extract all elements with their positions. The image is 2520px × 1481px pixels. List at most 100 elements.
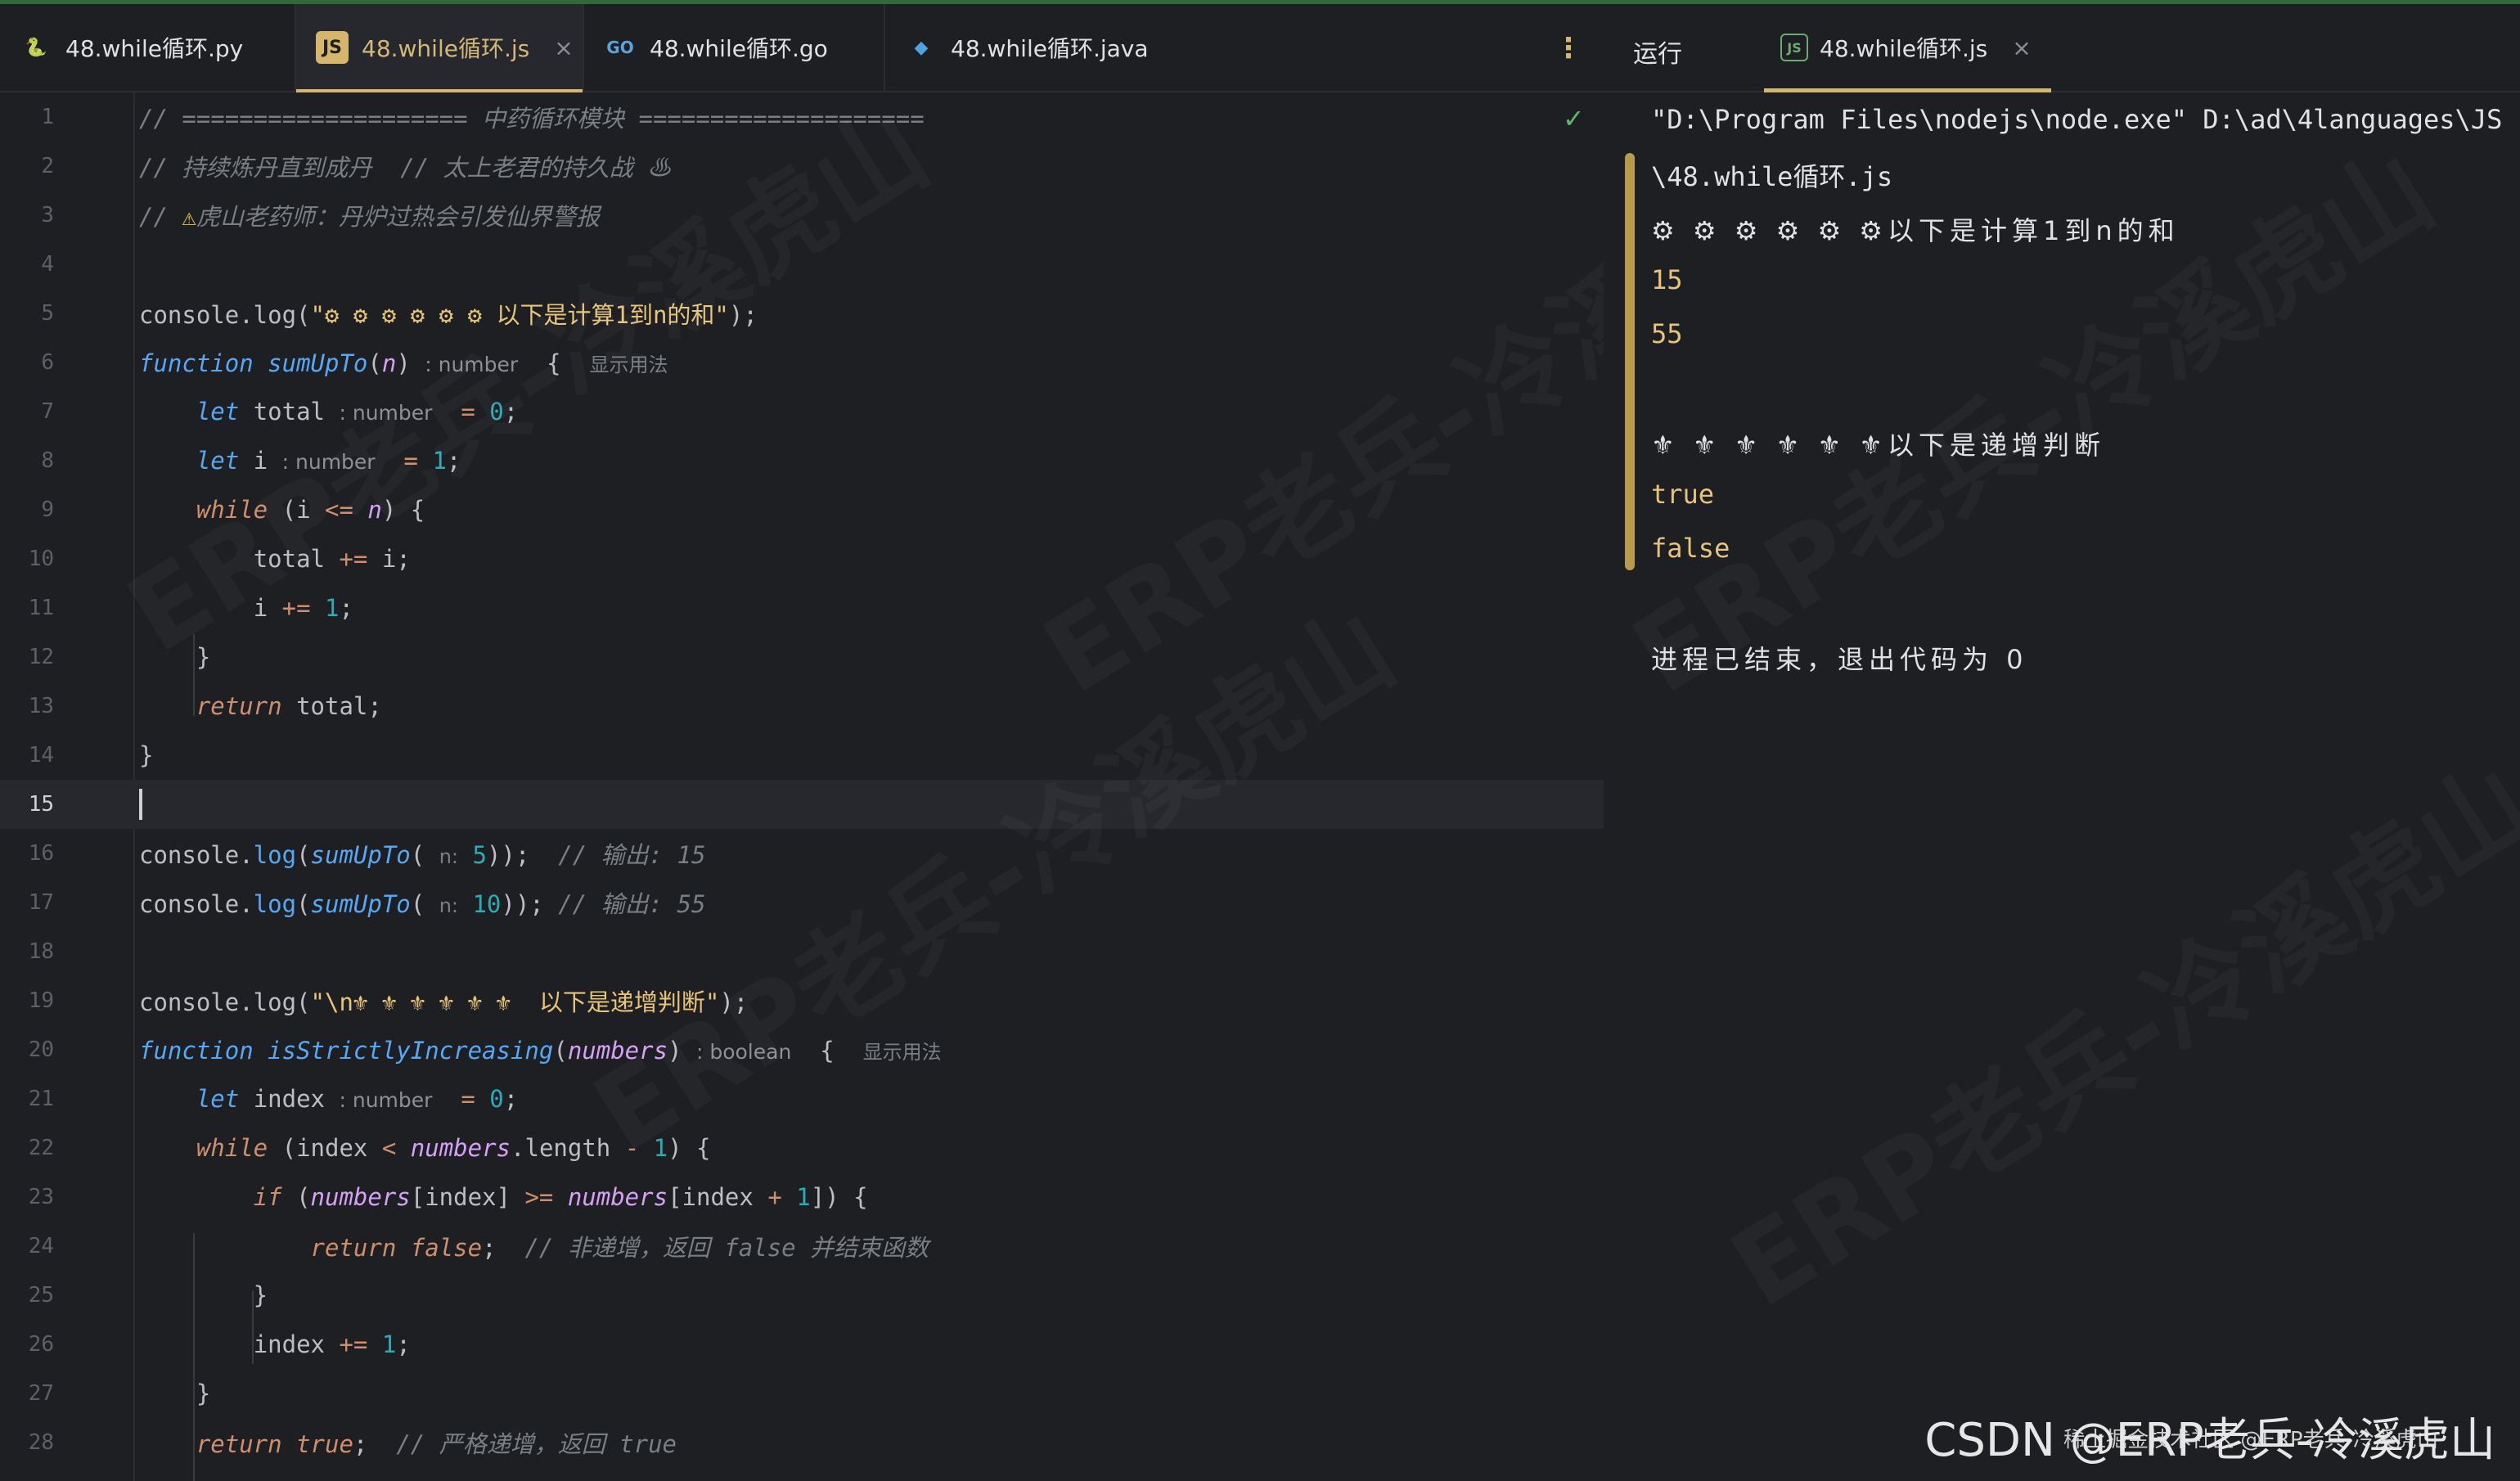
text-caret: [139, 789, 142, 820]
code-text: index += 1;: [253, 1330, 411, 1358]
tab-python-file[interactable]: 🐍 48.while循环.py: [0, 4, 295, 91]
code-text: while (i <= n) {: [196, 496, 425, 524]
show-usage-link[interactable]: 显示用法: [863, 1041, 942, 1064]
line-number: 21: [28, 1087, 54, 1111]
check-icon: ✓: [1563, 103, 1585, 134]
code-line: 14 }: [0, 731, 1604, 780]
run-console[interactable]: "D:\Program Files\nodejs\node.exe" D:\ad…: [1604, 92, 2520, 1481]
watermark: ERP老兵-冷溪虎山: [1698, 721, 2520, 1336]
code-text: // 持续炼丹直到成丹 // 太上老君的持久战 ♨: [139, 154, 672, 182]
code-line: 27 }: [0, 1369, 1604, 1418]
code-line: 28 return true; // 严格递增，返回 true: [0, 1418, 1604, 1467]
keyword: return: [310, 1234, 397, 1262]
line-number: 10: [28, 547, 54, 571]
line-number: 15: [28, 792, 54, 817]
close-icon[interactable]: ×: [554, 34, 573, 61]
go-icon: GO: [606, 38, 634, 57]
code-text: let i : number = 1;: [196, 447, 461, 475]
number: 0: [489, 398, 504, 425]
code-editor[interactable]: 1 // ==================== 中药循环模块 =======…: [0, 92, 1604, 1481]
line-number: 16: [28, 841, 54, 866]
token: console: [139, 841, 240, 869]
code-line: 24 return false; // 非递增，返回 false 并结束函数: [0, 1222, 1604, 1271]
code-text: return false; // 非递增，返回 false 并结束函数: [310, 1234, 929, 1262]
variable: index: [296, 1134, 368, 1162]
type-hint: : boolean: [695, 1039, 792, 1064]
console-line: 进程已结束，退出代码为 0: [1651, 644, 2028, 675]
line-number: 28: [28, 1430, 54, 1455]
comment-text: 虎山老药师：丹炉过热会引发仙界警报: [196, 203, 600, 231]
code-text: // ⚠虎山老药师：丹炉过热会引发仙界警报: [139, 198, 600, 232]
line-number: 22: [28, 1136, 54, 1160]
code-line: 4: [0, 240, 1604, 289]
csdn-watermark: CSDN @ERP老兵-冷溪虎山: [1924, 1414, 2495, 1467]
keyword: function: [139, 349, 254, 377]
keyword: while: [196, 496, 268, 524]
code-text: }: [139, 643, 211, 671]
keyword: return: [196, 692, 282, 720]
variable: index: [253, 1330, 325, 1358]
code-line: 16 console.log(sumUpTo( n: 5)); // 输出: 1…: [0, 829, 1604, 878]
code-text: return total;: [196, 692, 382, 720]
keyword: return: [196, 1430, 282, 1458]
number: 1: [653, 1134, 668, 1162]
number: 5: [472, 841, 487, 869]
line-number: 8: [41, 448, 54, 473]
function-name: isStrictlyIncreasing: [268, 1036, 554, 1065]
number: 1: [796, 1183, 811, 1211]
line-number: 25: [28, 1283, 54, 1308]
code-text: let total : number = 0;: [196, 398, 519, 425]
code-line: 6 function sumUpTo(n) : number { 显示用法: [0, 338, 1604, 387]
code-text: console.log("\n⚜ ⚜ ⚜ ⚜ ⚜ ⚜ 以下是递增判断");: [139, 984, 748, 1018]
code-line: 17 console.log(sumUpTo( n: 10)); // 输出: …: [0, 878, 1604, 927]
number: 0: [489, 1085, 504, 1113]
console-line: true: [1651, 479, 1715, 510]
tab-label: 48.while循环.js: [362, 35, 530, 62]
property: length: [524, 1134, 611, 1162]
boolean: true: [296, 1430, 353, 1458]
code-text: }: [139, 741, 154, 769]
tab-java-file[interactable]: ◆ 48.while循环.java: [885, 4, 1229, 91]
console-line: \48.while循环.js: [1651, 161, 1893, 192]
tab-js-file[interactable]: JS 48.while循环.js ×: [296, 4, 583, 92]
run-tab[interactable]: JS 48.while循环.js ×: [1764, 4, 2051, 92]
param: n: [381, 349, 397, 377]
line-number: 3: [41, 203, 54, 227]
tab-go-file[interactable]: GO 48.while循环.go: [584, 4, 884, 91]
param: numbers: [310, 1183, 411, 1211]
code-line: 19 console.log("\n⚜ ⚜ ⚜ ⚜ ⚜ ⚜ 以下是递增判断");: [0, 976, 1604, 1025]
line-number: 6: [41, 350, 54, 375]
more-options-icon[interactable]: ⋮: [1555, 32, 1582, 65]
line-number: 17: [28, 890, 54, 915]
string-token: "\n⚜ ⚜ ⚜ ⚜ ⚜ ⚜ 以下是递增判断": [310, 988, 720, 1016]
variable: total: [296, 692, 368, 720]
line-number: 24: [28, 1234, 54, 1258]
close-icon[interactable]: ×: [2012, 34, 2031, 61]
param-hint: n:: [439, 894, 458, 917]
code-text: function sumUpTo(n) : number { 显示用法: [139, 349, 668, 377]
line-number: 2: [41, 154, 54, 178]
comment: // 严格递增，返回 true: [396, 1430, 677, 1458]
function-name: sumUpTo: [268, 349, 368, 377]
console-scroll-marker: [1625, 153, 1635, 570]
token: );: [719, 988, 749, 1016]
param-hint: n:: [439, 845, 458, 868]
variable: total: [253, 398, 326, 425]
line-number: 27: [28, 1381, 54, 1406]
code-line: 21 let index : number = 0;: [0, 1074, 1604, 1123]
warning-icon: ⚠: [182, 203, 196, 231]
watermark: ERP老兵-冷溪虎山: [1600, 107, 2457, 722]
code-line: 2 // 持续炼丹直到成丹 // 太上老君的持久战 ♨: [0, 142, 1604, 191]
code-text: console.log("⚙ ⚙ ⚙ ⚙ ⚙ ⚙ 以下是计算1到n的和");: [139, 296, 758, 331]
show-usage-link[interactable]: 显示用法: [590, 353, 668, 376]
code-line: 22 while (index < numbers.length - 1) {: [0, 1123, 1604, 1173]
code-text: while (index < numbers.length - 1) {: [196, 1134, 711, 1162]
keyword: let: [196, 1085, 240, 1113]
number: 1: [432, 447, 447, 475]
code-line: 11 i += 1;: [0, 583, 1604, 632]
token: console: [139, 988, 240, 1016]
variable: index: [253, 1085, 326, 1113]
variable: index: [682, 1183, 754, 1211]
variable: i: [253, 594, 268, 622]
js-run-icon: JS: [1780, 34, 1808, 61]
